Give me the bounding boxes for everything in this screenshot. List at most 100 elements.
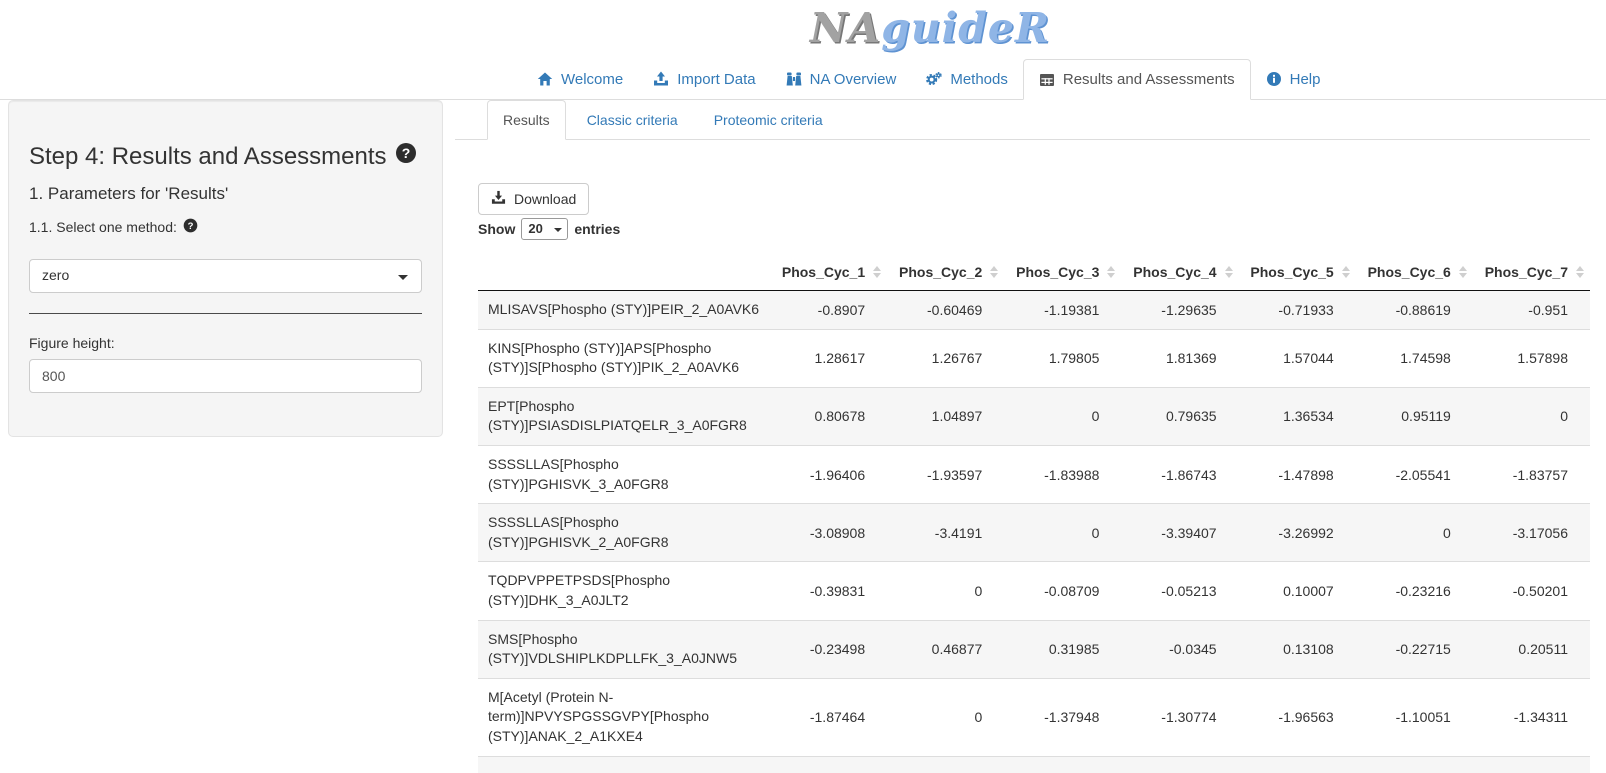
subtab-proteomic-criteria[interactable]: Proteomic criteria <box>699 100 838 139</box>
nav-label: NA Overview <box>810 71 897 88</box>
nav-item-welcome[interactable]: Welcome <box>522 59 638 99</box>
value-cell: -0.22715 <box>1356 620 1473 678</box>
column-header-phos_cyc_2[interactable]: Phos_Cyc_2 <box>887 254 1004 291</box>
row-name-cell: SSSSLLAS[Phospho (STY)]PGHISVK_2_A0FGR8 <box>478 504 770 562</box>
value-cell: -0.08709 <box>1004 562 1121 620</box>
table-icon <box>1039 72 1055 88</box>
sort-icon <box>1107 266 1115 278</box>
column-header-phos_cyc_3[interactable]: Phos_Cyc_3 <box>1004 254 1121 291</box>
table-row: M[Acetyl (Protein N-term)]NPVYSPGSSGVPY[… <box>478 678 1590 756</box>
value-cell: -0.951 <box>1473 291 1590 330</box>
main-navbar: Welcome Import Data NA Overview <box>0 59 1606 100</box>
value-cell: 1.74598 <box>1356 329 1473 387</box>
chevron-down-icon <box>398 275 408 280</box>
nav-item-results-and-assessments[interactable]: Results and Assessments <box>1023 59 1251 100</box>
column-header-label: Phos_Cyc_2 <box>899 264 982 280</box>
logo-na: NA <box>810 4 881 52</box>
column-header-phos_cyc_7[interactable]: Phos_Cyc_7 <box>1473 254 1590 291</box>
parameters-well: Step 4: Results and Assessments ? 1. Par… <box>8 100 443 437</box>
download-button[interactable]: Download <box>478 183 589 215</box>
value-cell: 0.20511 <box>1473 620 1590 678</box>
value-cell: -3.26992 <box>1239 504 1356 562</box>
results-table: Phos_Cyc_1 Phos_Cyc_2 Phos_Cyc_3Phos_Cyc_4… <box>478 254 1590 757</box>
nav-label: Welcome <box>561 71 623 88</box>
value-cell: -0.50201 <box>1473 562 1590 620</box>
method-selected-value: zero <box>42 267 69 283</box>
figure-height-input[interactable] <box>29 359 422 393</box>
chevron-down-icon <box>554 228 562 232</box>
table-row: SMS[Phospho (STY)]VDLSHIPLKDPLLFK_3_A0JN… <box>478 620 1590 678</box>
partial-next-row <box>478 757 1590 773</box>
value-cell: 0 <box>1356 504 1473 562</box>
naguider-app: NAguideR Welcome Import Data <box>0 0 1606 773</box>
step-title: Step 4: Results and Assessments ? <box>29 142 422 171</box>
method-select[interactable]: zero <box>29 259 422 293</box>
value-cell: -0.0345 <box>1121 620 1238 678</box>
value-cell: -0.60469 <box>887 291 1004 330</box>
app-header: NAguideR <box>0 0 1606 59</box>
column-header-phos_cyc_1[interactable]: Phos_Cyc_1 <box>770 254 887 291</box>
sort-icon <box>1576 266 1584 278</box>
subtab-classic-criteria[interactable]: Classic criteria <box>572 100 693 139</box>
nav-label: Import Data <box>677 71 755 88</box>
row-name-cell: M[Acetyl (Protein N-term)]NPVYSPGSSGVPY[… <box>478 678 770 756</box>
parameters-title: 1. Parameters for 'Results' <box>29 184 422 204</box>
value-cell: 0.80678 <box>770 387 887 445</box>
column-header-label: Phos_Cyc_7 <box>1485 264 1568 280</box>
value-cell: 0.95119 <box>1356 387 1473 445</box>
value-cell: -1.19381 <box>1004 291 1121 330</box>
subtab-results[interactable]: Results <box>487 100 566 140</box>
value-cell: -0.23498 <box>770 620 887 678</box>
value-cell: -1.96563 <box>1239 678 1356 756</box>
nav-item-help[interactable]: Help <box>1251 59 1336 99</box>
info-circle-icon <box>1266 71 1282 87</box>
row-name-cell: SSSSLLAS[Phospho (STY)]PGHISVK_3_A0FGR8 <box>478 445 770 503</box>
value-cell: -3.4191 <box>887 504 1004 562</box>
question-circle-icon[interactable]: ? <box>183 218 198 236</box>
row-name-cell: TQDPVPPETPSDS[Phospho (STY)]DHK_3_A0JLT2 <box>478 562 770 620</box>
method-label-text: 1.1. Select one method: <box>29 219 177 235</box>
content-panel: Results Classic criteria Proteomic crite… <box>455 100 1590 773</box>
table-row: EPT[Phospho (STY)]PSIASDISLPIATQELR_3_A0… <box>478 387 1590 445</box>
value-cell: -3.39407 <box>1121 504 1238 562</box>
figure-height-label: Figure height: <box>29 335 422 351</box>
value-cell: 0 <box>1004 504 1121 562</box>
value-cell: 1.04897 <box>887 387 1004 445</box>
value-cell: 1.36534 <box>1239 387 1356 445</box>
nav-item-na-overview[interactable]: NA Overview <box>771 59 912 99</box>
column-header-phos_cyc_4[interactable]: Phos_Cyc_4 <box>1121 254 1238 291</box>
step-title-text: Step 4: Results and Assessments <box>29 143 387 171</box>
value-cell: -3.08908 <box>770 504 887 562</box>
nav-item-methods[interactable]: Methods <box>911 59 1023 99</box>
column-header-phos_cyc_6[interactable]: Phos_Cyc_6 <box>1356 254 1473 291</box>
row-name-cell: SMS[Phospho (STY)]VDLSHIPLKDPLLFK_3_A0JN… <box>478 620 770 678</box>
value-cell: -0.71933 <box>1239 291 1356 330</box>
table-row: MLISAVS[Phospho (STY)]PEIR_2_A0AVK6-0.89… <box>478 291 1590 330</box>
value-cell: -1.86743 <box>1121 445 1238 503</box>
value-cell: -0.23216 <box>1356 562 1473 620</box>
nav-item-import-data[interactable]: Import Data <box>638 59 770 99</box>
value-cell: -1.96406 <box>770 445 887 503</box>
value-cell: 1.28617 <box>770 329 887 387</box>
main-area: Step 4: Results and Assessments ? 1. Par… <box>0 100 1606 773</box>
entries-select[interactable]: 20 <box>521 218 568 240</box>
sort-icon <box>1459 266 1467 278</box>
entries-label: entries <box>574 221 620 237</box>
value-cell: -1.83988 <box>1004 445 1121 503</box>
home-icon <box>537 71 553 87</box>
gears-icon <box>926 71 942 87</box>
column-header-label: Phos_Cyc_6 <box>1368 264 1451 280</box>
column-header-phos_cyc_5[interactable]: Phos_Cyc_5 <box>1239 254 1356 291</box>
nav-label: Help <box>1290 71 1321 88</box>
value-cell: 0 <box>1473 387 1590 445</box>
question-circle-icon[interactable]: ? <box>395 142 417 171</box>
logo-guider: guideR <box>881 4 1050 52</box>
value-cell: -1.10051 <box>1356 678 1473 756</box>
row-name-column-header <box>478 254 770 291</box>
value-cell: 0.31985 <box>1004 620 1121 678</box>
binoculars-icon <box>786 71 802 87</box>
results-subtabs: Results Classic criteria Proteomic crite… <box>455 100 1590 140</box>
app-logo: NAguideR <box>810 4 1050 52</box>
value-cell: -1.37948 <box>1004 678 1121 756</box>
column-header-label: Phos_Cyc_1 <box>782 264 865 280</box>
